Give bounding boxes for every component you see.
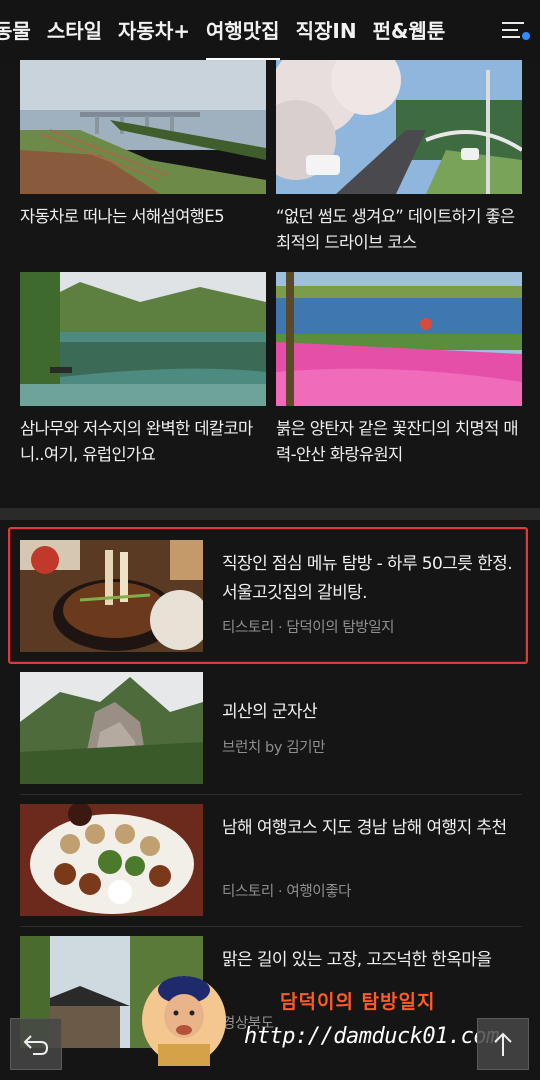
tab-travel-food[interactable]: 여행맛집	[198, 0, 288, 62]
card-title: 삼나무와 저수지의 완벽한 데칼코마니..여기, 유럽인가요	[20, 419, 253, 464]
menu-notification-icon[interactable]	[500, 18, 530, 44]
grid-card[interactable]: 붉은 양탄자 같은 꽃잔디의 치명적 매력-안산 화랑유원지	[276, 272, 522, 468]
item-title: 괴산의 군자산	[222, 702, 318, 722]
card-thumbnail	[276, 272, 522, 406]
category-tab-bar: 동물 스타일 자동차+ 여행맛집 직장IN 펀&웹툰	[0, 0, 540, 62]
list-item[interactable]: 괴산의 군자산 브런치 by 김기만	[20, 660, 522, 792]
card-title: 붉은 양탄자 같은 꽃잔디의 치명적 매력-안산 화랑유원지	[276, 419, 519, 464]
item-thumbnail	[20, 804, 203, 916]
item-source: 브런치 by 김기만	[222, 740, 326, 756]
tab-work[interactable]: 직장IN	[288, 0, 365, 62]
grid-card[interactable]: “없던 썸도 생겨요” 데이트하기 좋은 최적의 드라이브 코스	[276, 60, 522, 256]
highlight-frame	[8, 527, 528, 664]
back-arrow-icon[interactable]	[10, 1018, 62, 1070]
mascot-image	[140, 968, 228, 1066]
card-thumbnail	[20, 272, 266, 406]
tab-fun-webtoon[interactable]: 펀&웹툰	[365, 0, 454, 62]
blog-url: http://damduck01.com	[244, 1024, 499, 1049]
item-title: 맑은 길이 있는 고장, 고즈넉한 한옥마을	[222, 950, 492, 970]
grid-card[interactable]: 삼나무와 저수지의 완벽한 데칼코마니..여기, 유럽인가요	[20, 272, 266, 468]
tab-animals[interactable]: 동물	[0, 0, 39, 62]
item-thumbnail	[20, 672, 203, 784]
card-thumbnail	[276, 60, 522, 194]
list-item[interactable]: 남해 여행코스 지도 경남 남해 여행지 추천 티스토리 · 여행이좋다	[20, 792, 522, 924]
tab-style[interactable]: 스타일	[39, 0, 110, 62]
card-thumbnail	[20, 60, 266, 194]
section-separator	[0, 508, 540, 520]
grid-card[interactable]: 자동차로 떠나는 서해섬여행E5	[20, 60, 266, 230]
blog-watermark: 담덕이의 탐방일지	[280, 991, 436, 1013]
card-title: 자동차로 떠나는 서해섬여행E5	[20, 207, 225, 226]
item-title: 남해 여행코스 지도 경남 남해 여행지 추천	[222, 818, 507, 838]
tab-cars[interactable]: 자동차+	[110, 0, 198, 62]
card-title: “없던 썸도 생겨요” 데이트하기 좋은 최적의 드라이브 코스	[276, 207, 515, 252]
item-source: 티스토리 · 여행이좋다	[222, 884, 352, 900]
scroll-top-arrow-icon[interactable]	[477, 1018, 529, 1070]
